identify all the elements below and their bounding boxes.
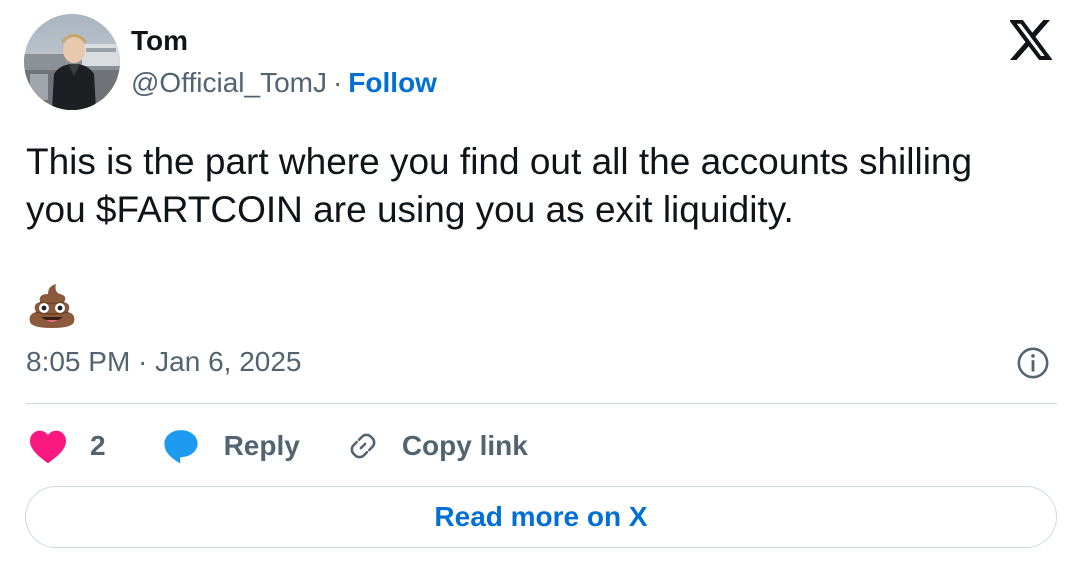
link-icon <box>350 433 376 459</box>
heart-icon <box>30 430 66 464</box>
x-logo-icon[interactable] <box>1010 20 1054 60</box>
follow-button[interactable]: Follow <box>348 67 437 98</box>
like-count: 2 <box>90 430 106 461</box>
action-bar: 2 Reply Copy link <box>28 424 528 468</box>
avatar-photo <box>24 14 120 110</box>
like-button[interactable]: 2 <box>28 428 106 464</box>
read-more-button[interactable]: Read more on X <box>25 486 1057 548</box>
tweet-text-line: you $FARTCOIN are using you as exit liqu… <box>26 189 794 230</box>
tweet-text-line: This is the part where you find out all … <box>26 141 973 182</box>
reply-bubble-icon <box>163 430 198 464</box>
divider <box>26 403 1057 404</box>
tweet-embed-card: Tom @Official_TomJ · Follow This is the pa… <box>0 0 1090 576</box>
timestamp[interactable]: 8:05 PM · Jan 6, 2025 <box>26 345 302 379</box>
display-name[interactable]: Tom <box>131 24 188 58</box>
copy-link-button[interactable]: Copy link <box>346 429 528 463</box>
tweet-text: This is the part where you find out all … <box>26 138 1056 234</box>
reply-button[interactable]: Reply <box>162 427 300 465</box>
poop-emoji <box>29 284 75 328</box>
reply-label: Reply <box>223 430 300 461</box>
info-icon[interactable] <box>1016 346 1050 380</box>
avatar[interactable] <box>24 14 120 110</box>
handle-line: @Official_TomJ · Follow <box>131 66 437 100</box>
separator-dot: · <box>332 67 343 98</box>
copy-link-label: Copy link <box>401 430 528 461</box>
handle[interactable]: @Official_TomJ <box>131 67 327 98</box>
